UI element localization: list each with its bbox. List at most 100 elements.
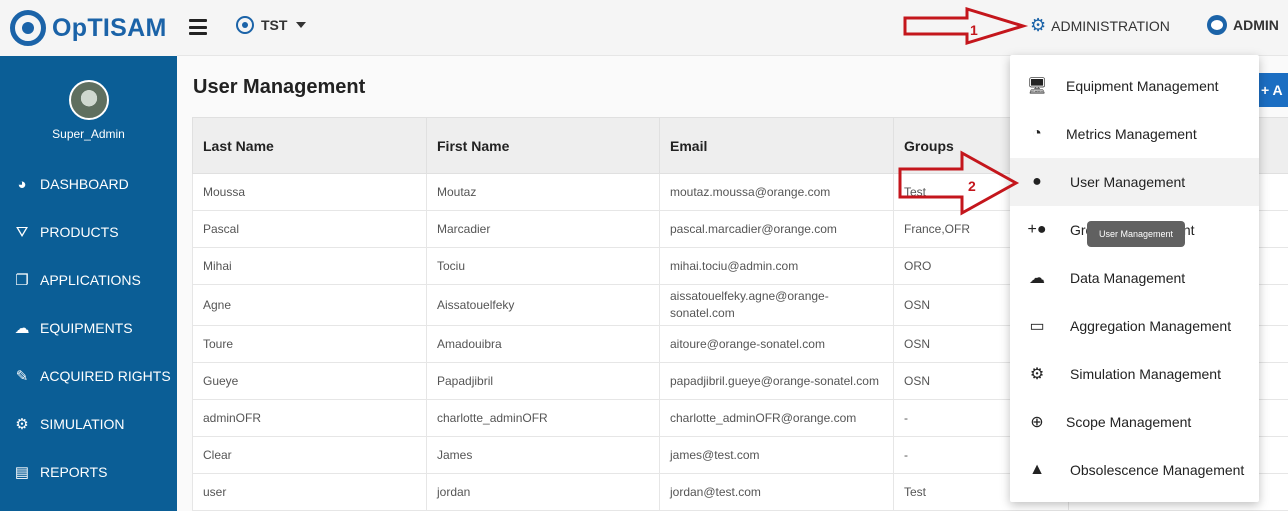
menu-item-scope-management[interactable]: ⊕ Scope Management: [1010, 398, 1259, 446]
sidebar-item-applications[interactable]: ❐ APPLICATIONS: [0, 256, 177, 304]
sidebar-item-equipments[interactable]: ☁ EQUIPMENTS: [0, 304, 177, 352]
sidebar-item-products[interactable]: ⛛ PRODUCTS: [0, 208, 177, 256]
table-cell: jordan@test.com: [659, 473, 894, 511]
table-cell: mihai.tociu@admin.com: [659, 247, 894, 285]
caret-down-icon: [296, 22, 307, 28]
metrics-icon: ◔: [1032, 125, 1042, 142]
warning-icon: ▲: [1029, 461, 1045, 478]
target-icon: ⊕: [1030, 414, 1044, 431]
table-cell: Toure: [192, 325, 427, 363]
menu-item-label: Scope Management: [1066, 414, 1192, 430]
table-cell: user: [192, 473, 427, 511]
group-icon: +●: [1027, 221, 1047, 238]
menu-item-label: Simulation Management: [1070, 366, 1221, 382]
column-header-last-name[interactable]: Last Name: [192, 117, 427, 174]
logo[interactable]: OpTISAM: [0, 0, 177, 56]
products-icon: ⛛: [15, 223, 29, 241]
menu-item-data-management[interactable]: ☁ Data Management: [1010, 254, 1259, 302]
menu-item-obsolescence-management[interactable]: ▲ Obsolescence Management: [1010, 446, 1259, 494]
administration-label: ADMINISTRATION: [1051, 17, 1170, 34]
table-cell: adminOFR: [192, 399, 427, 437]
scope-selector[interactable]: TST: [236, 16, 307, 34]
sidebar-item-dashboard[interactable]: ◕ DASHBOARD: [0, 160, 177, 208]
settings-gear-icon: ⚙: [1029, 366, 1045, 383]
logo-gear-icon: [10, 10, 46, 46]
table-cell: charlotte_adminOFR@orange.com: [659, 399, 894, 437]
sidebar: OpTISAM Super_Admin ◕ DASHBOARD ⛛ PRODUC…: [0, 0, 177, 511]
sidebar-item-label: SIMULATION: [40, 416, 125, 432]
avatar[interactable]: [68, 80, 109, 120]
table-cell: Tociu: [426, 247, 660, 285]
user-menu-button[interactable]: ADMIN: [1207, 15, 1279, 35]
sidebar-item-label: APPLICATIONS: [40, 272, 141, 288]
app-title: OpTISAM: [52, 13, 167, 42]
table-cell: Agne: [192, 284, 427, 326]
menu-item-simulation-management[interactable]: ⚙ Simulation Management: [1010, 350, 1259, 398]
menu-item-label: Metrics Management: [1066, 126, 1197, 142]
table-cell: Marcadier: [426, 210, 660, 248]
menu-toggle-icon[interactable]: [189, 19, 207, 35]
target-icon: [236, 16, 254, 34]
annotation-number-2: 2: [968, 178, 976, 194]
table-cell: Pascal: [192, 210, 427, 248]
table-cell: pascal.marcadier@orange.com: [659, 210, 894, 248]
annotation-number-1: 1: [970, 22, 978, 38]
devices-icon: ▭: [1029, 318, 1045, 335]
table-cell: jordan: [426, 473, 660, 511]
sidebar-item-simulation[interactable]: ⚙ SIMULATION: [0, 400, 177, 448]
table-cell: james@test.com: [659, 436, 894, 474]
sidebar-nav: ◕ DASHBOARD ⛛ PRODUCTS ❐ APPLICATIONS ☁ …: [0, 160, 177, 496]
tooltip: User Management: [1087, 221, 1185, 247]
table-cell: aissatouelfeky.agne@orange-sonatel.com: [659, 284, 894, 326]
sidebar-item-acquired-rights[interactable]: ✎ ACQUIRED RIGHTS: [0, 352, 177, 400]
menu-item-equipment-management[interactable]: 🖥 Equipment Management: [1010, 62, 1259, 110]
table-cell: papadjibril.gueye@orange-sonatel.com: [659, 362, 894, 400]
profile-name: Super_Admin: [52, 127, 125, 141]
equipments-icon: ☁: [14, 320, 30, 337]
administration-dropdown: 🖥 Equipment Management ◔ Metrics Management…: [1010, 55, 1259, 502]
table-cell: Moussa: [192, 173, 427, 211]
cloud-upload-icon: ☁: [1029, 270, 1045, 287]
add-user-button[interactable]: + A: [1255, 73, 1288, 107]
table-cell: Papadjibril: [426, 362, 660, 400]
menu-item-label: Aggregation Management: [1070, 318, 1232, 334]
annotation-arrow-2: [898, 150, 1020, 216]
profile: Super_Admin: [0, 80, 177, 141]
sidebar-item-label: DASHBOARD: [40, 176, 129, 192]
table-cell: Clear: [192, 436, 427, 474]
reports-icon: ▤: [14, 464, 30, 481]
menu-item-label: Data Management: [1070, 270, 1186, 286]
menu-item-label: Equipment Management: [1066, 78, 1219, 94]
simulation-icon: ⚙: [15, 416, 29, 433]
sidebar-item-label: REPORTS: [40, 464, 108, 480]
equipment-icon: 🖥: [1026, 78, 1048, 95]
sidebar-item-label: ACQUIRED RIGHTS: [40, 368, 171, 384]
user-label: ADMIN: [1233, 17, 1279, 33]
menu-item-label: User Management: [1070, 174, 1186, 190]
menu-item-label: Obsolescence Management: [1070, 462, 1245, 478]
menu-item-metrics-management[interactable]: ◔ Metrics Management: [1010, 110, 1259, 158]
table-cell: James: [426, 436, 660, 474]
page-title: User Management: [193, 76, 366, 98]
sidebar-item-label: EQUIPMENTS: [40, 320, 133, 336]
table-cell: Amadouibra: [426, 325, 660, 363]
top-bar: TST ⚙ ADMINISTRATION ADMIN: [177, 0, 1288, 56]
administration-button[interactable]: ⚙ ADMINISTRATION: [1030, 15, 1170, 36]
table-cell: Mihai: [192, 247, 427, 285]
menu-item-aggregation-management[interactable]: ▭ Aggregation Management: [1010, 302, 1259, 350]
menu-item-user-management[interactable]: ● User Management: [1010, 158, 1259, 206]
applications-icon: ❐: [15, 272, 29, 289]
column-header-first-name[interactable]: First Name: [426, 117, 660, 174]
table-cell: moutaz.moussa@orange.com: [659, 173, 894, 211]
annotation-arrow-1: [903, 7, 1029, 45]
column-header-email[interactable]: Email: [659, 117, 894, 174]
gears-icon: ⚙: [1030, 15, 1047, 35]
sidebar-item-reports[interactable]: ▤ REPORTS: [0, 448, 177, 496]
table-cell: Moutaz: [426, 173, 660, 211]
acquired-rights-icon: ✎: [15, 368, 29, 385]
user-face-icon: [1207, 15, 1227, 35]
table-cell: aitoure@orange-sonatel.com: [659, 325, 894, 363]
table-cell: charlotte_adminOFR: [426, 399, 660, 437]
user-icon: ●: [1032, 173, 1042, 190]
sidebar-item-label: PRODUCTS: [40, 224, 119, 240]
